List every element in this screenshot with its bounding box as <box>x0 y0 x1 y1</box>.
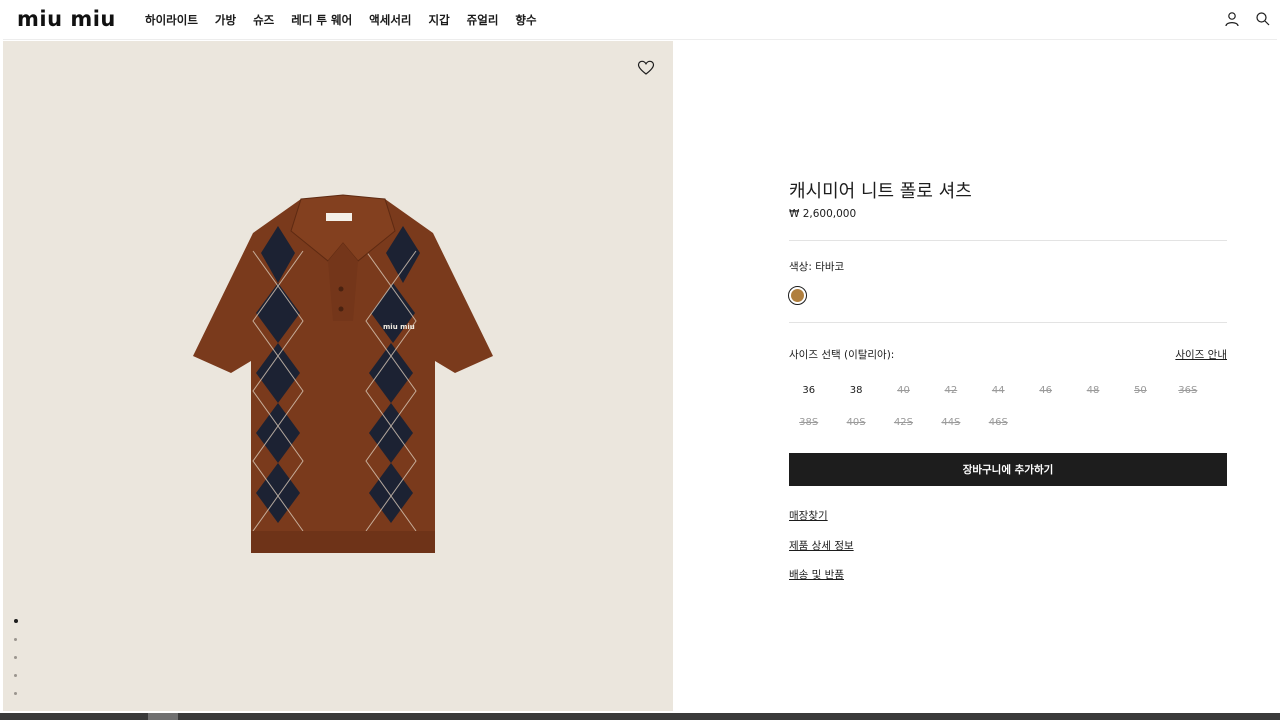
product-price: ₩ 2,600,000 <box>789 208 857 220</box>
size-option[interactable]: 40 <box>880 380 927 402</box>
site-header: miu miu 하이라이트 가방 슈즈 레디 투 웨어 액세서리 지갑 쥬얼리 … <box>3 0 1277 40</box>
nav-item-ready-to-wear[interactable]: 레디 투 웨어 <box>291 12 352 28</box>
product-title: 캐시미어 니트 폴로 셔츠 <box>789 181 972 202</box>
size-option[interactable]: 46 <box>1022 380 1069 402</box>
size-option[interactable]: 38 <box>832 380 879 402</box>
product-image-gallery[interactable]: miu miu <box>3 41 673 711</box>
product-details-link[interactable]: 제품 상세 정보 <box>789 538 854 553</box>
svg-text:miu miu: miu miu <box>383 323 415 331</box>
polo-shirt-image: miu miu <box>193 194 493 553</box>
size-option[interactable]: 36 <box>785 380 832 402</box>
gallery-dot-1[interactable] <box>14 619 18 623</box>
nav-item-shoes[interactable]: 슈즈 <box>253 12 274 28</box>
size-option[interactable]: 50 <box>1117 380 1164 402</box>
size-option[interactable]: 44S <box>927 412 974 434</box>
size-option[interactable]: 40S <box>832 412 879 434</box>
nav-item-bags[interactable]: 가방 <box>215 12 236 28</box>
size-option[interactable]: 48 <box>1069 380 1116 402</box>
miu-miu-logo[interactable]: miu miu <box>17 9 116 30</box>
size-option[interactable]: 42S <box>880 412 927 434</box>
taskbar-active-item[interactable] <box>148 713 178 720</box>
size-guide-link[interactable]: 사이즈 안내 <box>1175 347 1227 362</box>
size-option[interactable]: 36S <box>1164 380 1211 402</box>
heart-icon[interactable] <box>637 59 655 77</box>
search-icon[interactable] <box>1255 11 1271 27</box>
nav-item-fragrance[interactable]: 향수 <box>515 12 536 28</box>
gallery-dots <box>14 619 22 710</box>
gallery-dot-5[interactable] <box>14 692 17 695</box>
size-option[interactable]: 44 <box>975 380 1022 402</box>
taskbar-strip <box>0 713 1280 720</box>
size-option[interactable]: 38S <box>785 412 832 434</box>
divider <box>789 240 1227 241</box>
store-locator-link[interactable]: 매장찾기 <box>789 508 828 523</box>
color-label: 색상: 타바코 <box>789 261 845 273</box>
color-swatch-fill <box>791 289 804 302</box>
size-select-label: 사이즈 선택 (이탈리아): <box>789 349 895 361</box>
color-swatch-tobacco[interactable] <box>788 286 807 305</box>
main-nav: 하이라이트 가방 슈즈 레디 투 웨어 액세서리 지갑 쥬얼리 향수 <box>145 0 554 40</box>
nav-item-jewelry[interactable]: 쥬얼리 <box>467 12 499 28</box>
add-to-cart-button[interactable]: 장바구니에 추가하기 <box>789 453 1227 486</box>
shipping-returns-link[interactable]: 배송 및 반품 <box>789 567 844 582</box>
divider <box>789 322 1227 323</box>
gallery-dot-3[interactable] <box>14 656 17 659</box>
nav-item-highlights[interactable]: 하이라이트 <box>145 12 198 28</box>
nav-item-accessories[interactable]: 액세서리 <box>369 12 411 28</box>
gallery-dot-2[interactable] <box>14 638 17 641</box>
user-icon[interactable] <box>1224 11 1240 27</box>
size-options: 36 38 40 42 44 46 48 50 36S 38S 40S 42S 44S 46S <box>785 380 1231 444</box>
gallery-dot-4[interactable] <box>14 674 17 677</box>
size-option[interactable]: 46S <box>975 412 1022 434</box>
nav-item-wallets[interactable]: 지갑 <box>429 12 450 28</box>
size-option[interactable]: 42 <box>927 380 974 402</box>
